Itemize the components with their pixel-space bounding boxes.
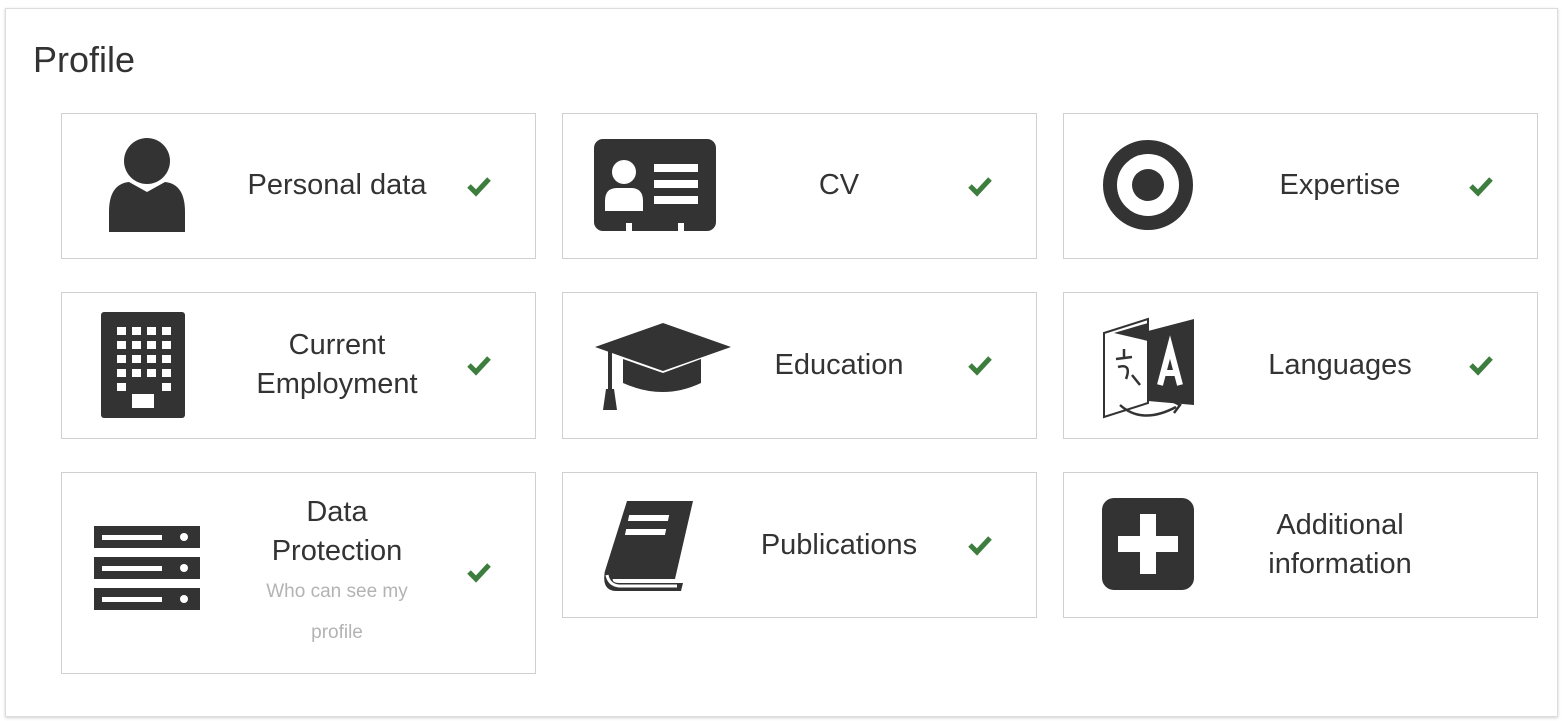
- card-current-employment[interactable]: Current Employment: [61, 292, 536, 439]
- graduation-cap-icon: [593, 319, 733, 418]
- server-icon: [94, 526, 200, 615]
- card-label: Expertise: [1279, 169, 1401, 201]
- label-line: Current: [288, 329, 386, 361]
- id-card-icon: [594, 139, 716, 236]
- card-sublabel: Who can see my profile: [266, 581, 408, 643]
- user-icon: [107, 138, 187, 237]
- check-icon: [466, 561, 492, 583]
- card-additional-information[interactable]: Additional information: [1063, 472, 1538, 618]
- card-label: Personal data: [247, 169, 427, 201]
- check-icon: [967, 175, 993, 197]
- card-publications[interactable]: Publications: [562, 472, 1037, 618]
- card-label: Data Protection Who can see my profile: [232, 493, 442, 653]
- card-label: Education: [774, 349, 904, 381]
- card-label: Languages: [1268, 349, 1412, 381]
- check-icon: [466, 175, 492, 197]
- card-data-protection[interactable]: Data Protection Who can see my profile: [61, 472, 536, 674]
- label-line: Data: [306, 496, 368, 528]
- card-label: Publications: [760, 529, 918, 561]
- page-title: Profile: [33, 39, 136, 80]
- label-line: information: [1268, 548, 1412, 580]
- card-label: CV: [818, 169, 860, 201]
- card-languages[interactable]: Languages: [1063, 292, 1538, 439]
- plus-square-icon: [1102, 498, 1194, 595]
- card-cv[interactable]: CV: [562, 113, 1037, 259]
- check-icon: [967, 534, 993, 556]
- book-icon: [597, 497, 697, 598]
- check-icon: [967, 354, 993, 376]
- label-line: Protection: [271, 535, 403, 567]
- card-label: Current Employment: [232, 326, 442, 404]
- check-icon: [1468, 354, 1494, 376]
- language-icon: [1102, 313, 1196, 426]
- card-education[interactable]: Education: [562, 292, 1037, 439]
- target-icon: [1102, 139, 1194, 236]
- check-icon: [1468, 175, 1494, 197]
- card-expertise[interactable]: Expertise: [1063, 113, 1538, 259]
- card-personal-data[interactable]: Personal data: [61, 113, 536, 259]
- check-icon: [466, 354, 492, 376]
- label-line: Additional: [1276, 509, 1404, 541]
- card-label: Additional information: [1235, 506, 1445, 584]
- building-icon: [101, 312, 185, 423]
- label-line: Employment: [256, 368, 418, 400]
